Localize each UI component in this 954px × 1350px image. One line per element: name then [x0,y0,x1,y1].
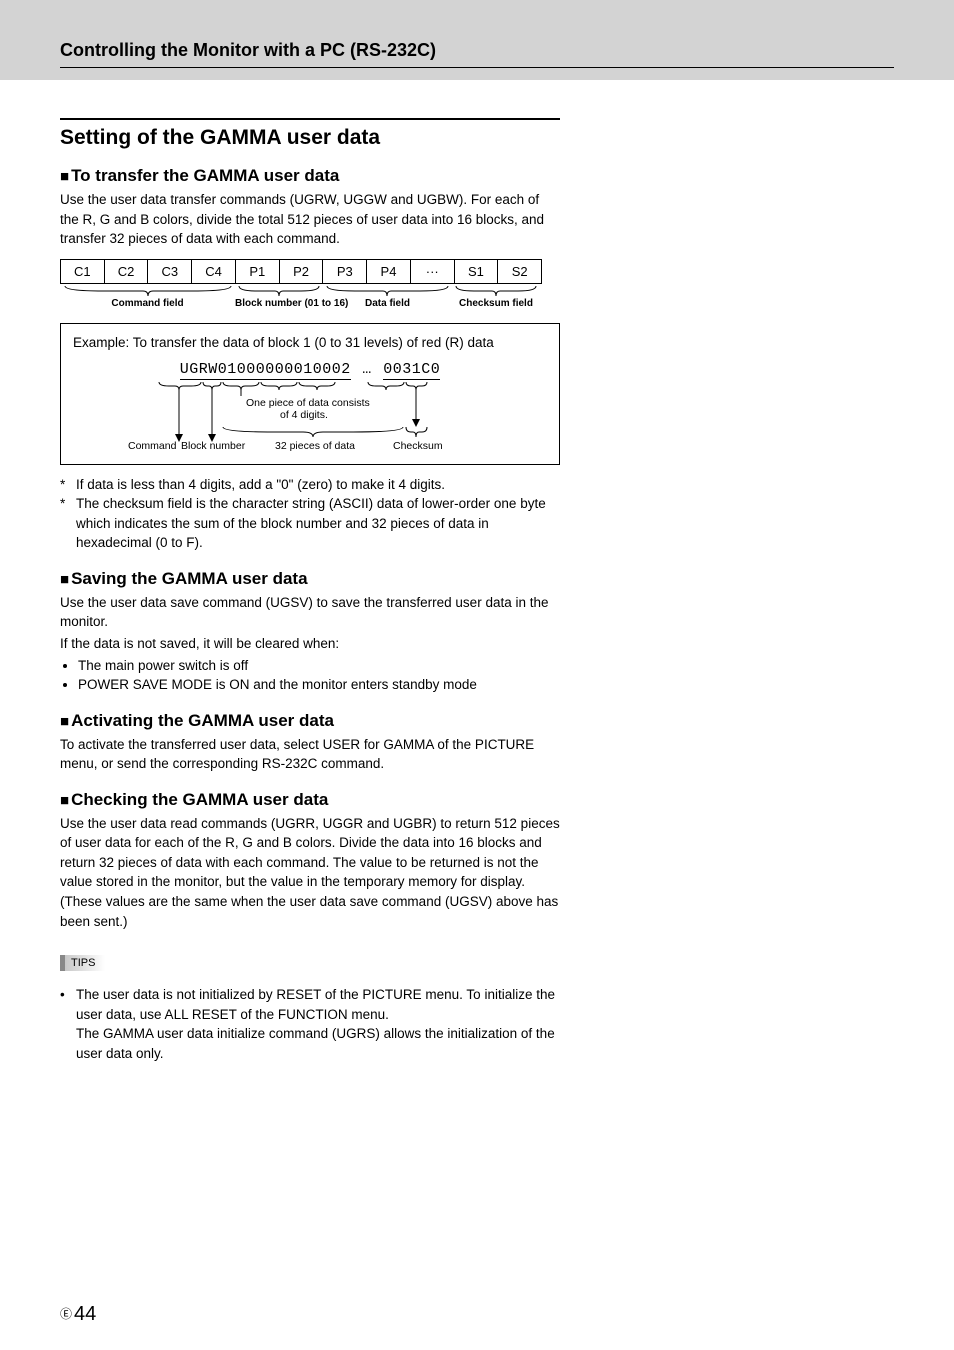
para-activating: To activate the transferred user data, s… [60,735,560,774]
bracket-label: Command field [60,298,235,309]
field-diagram: C1 C2 C3 C4 P1 P2 P3 P4 ··· S1 S2 [60,259,542,284]
diagram-cell: S1 [455,260,499,283]
bracket-label: Block number (01 to 16) [235,298,323,309]
ex-lab-blk: Block number [181,440,246,452]
ex-lab-data: 32 pieces of data [275,440,355,452]
diagram-cell: P4 [367,260,411,283]
diagram-cell: P1 [236,260,280,283]
list-item: POWER SAVE MODE is ON and the monitor en… [78,675,560,695]
mono-seg: 0001 [275,361,313,380]
diagram-cell: S2 [498,260,541,283]
bracket-icon [237,286,321,296]
subhead-saving: ■Saving the GAMMA user data [60,569,560,589]
bracket-icon [454,286,538,296]
asterisk-icon: * [60,494,76,553]
footnotes: *If data is less than 4 digits, add a "0… [60,475,560,553]
para-saving-2: If the data is not saved, it will be cle… [60,634,560,654]
mono-ellipsis: … [351,361,384,378]
square-bullet-icon: ■ [60,792,69,809]
tips-line: The GAMMA user data initialize command (… [76,1026,555,1061]
example-annotations: One piece of data consists of 4 digits. … [73,382,547,452]
page-number: Ⓔ44 [60,1303,96,1326]
subhead-text: Checking the GAMMA user data [71,790,328,809]
square-bullet-icon: ■ [60,168,69,185]
subhead-activating: ■Activating the GAMMA user data [60,711,560,731]
bracket-row: Command field Block number (01 to 16) Da… [60,286,540,309]
ex-lab-chk: Checksum [393,440,443,452]
ex-lab-cmd: Command [128,440,177,452]
mono-seg: UGRW [180,361,218,380]
asterisk-icon: * [60,475,76,495]
list-item: The main power switch is off [78,656,560,676]
bullet-icon: • [60,985,76,1063]
bracket-label: Checksum field [452,298,540,309]
mono-seg: 0000 [237,361,275,380]
example-intro: Example: To transfer the data of block 1… [73,334,547,353]
note-line2: of 4 digits. [280,409,328,421]
para-checking: Use the user data read commands (UGRR, U… [60,814,560,931]
diagram-cell: ··· [411,260,455,283]
header-title: Controlling the Monitor with a PC (RS-23… [60,40,894,68]
mono-seg: C0 [421,361,440,380]
mono-seg: 01 [218,361,237,380]
subhead-checking: ■Checking the GAMMA user data [60,790,560,810]
mono-seg: 0002 [313,361,351,380]
tips-list: • The user data is not initialized by RE… [60,985,560,1063]
bracket-icon [325,286,450,296]
subhead-transfer: ■To transfer the GAMMA user data [60,166,560,186]
bracket-icon [63,286,233,296]
subhead-text: Saving the GAMMA user data [71,569,307,588]
square-bullet-icon: ■ [60,571,69,588]
diagram-cell: C2 [105,260,149,283]
page-lang-icon: Ⓔ [60,1307,72,1321]
subhead-text: Activating the GAMMA user data [71,711,334,730]
bracket-label: Data field [323,298,452,309]
section-rule [60,118,560,126]
tips-text: The user data is not initialized by RESE… [76,985,560,1063]
footnote-text: If data is less than 4 digits, add a "0"… [76,475,560,495]
save-bullets: The main power switch is off POWER SAVE … [60,656,560,695]
main-column: Setting of the GAMMA user data ■To trans… [0,80,620,1113]
para-saving-1: Use the user data save command (UGSV) to… [60,593,560,632]
diagram-cell: C3 [148,260,192,283]
note-line1: One piece of data consists [246,397,370,409]
example-mono: UGRW01000000010002 … 0031C0 [73,359,547,380]
square-bullet-icon: ■ [60,713,69,730]
header-band: Controlling the Monitor with a PC (RS-23… [0,0,954,80]
diagram-cell: C4 [192,260,236,283]
diagram-cell: P2 [280,260,324,283]
footnote-text: The checksum field is the character stri… [76,494,560,553]
subhead-text: To transfer the GAMMA user data [71,166,339,185]
section-heading: Setting of the GAMMA user data [60,126,560,150]
diagram-cell: P3 [323,260,367,283]
page-num-value: 44 [74,1303,96,1325]
para-transfer: Use the user data transfer commands (UGR… [60,190,560,249]
diagram-cell: C1 [61,260,105,283]
mono-seg: 0031 [383,361,421,380]
tips-badge: TIPS [60,955,105,971]
example-box: Example: To transfer the data of block 1… [60,323,560,465]
tips-line: The user data is not initialized by RESE… [76,987,555,1022]
